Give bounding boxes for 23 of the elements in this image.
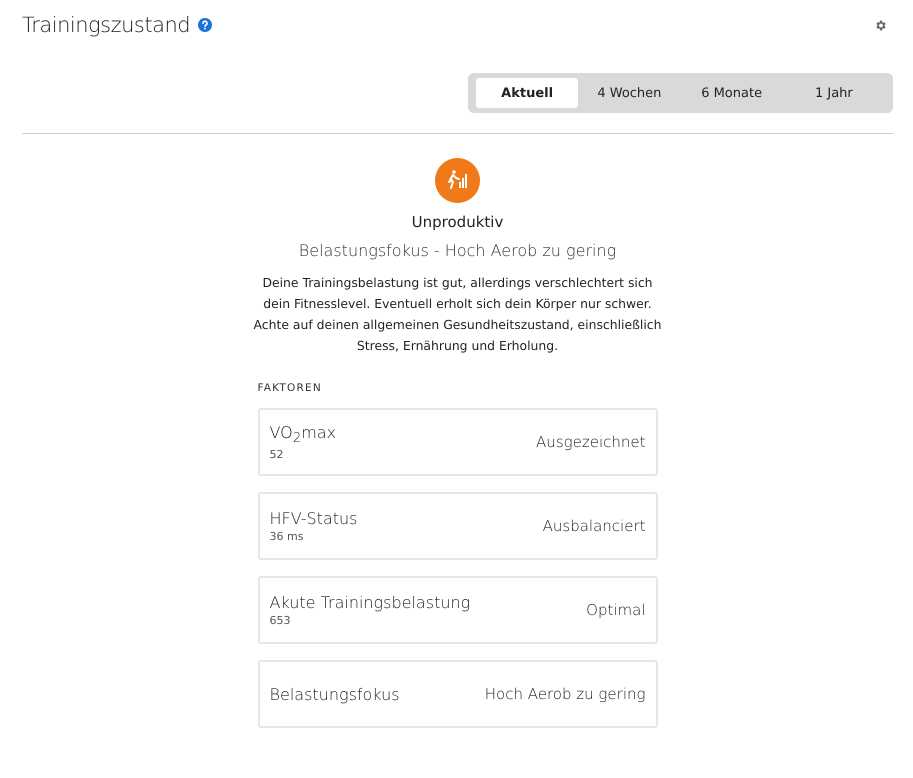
section-heading: FAKTOREN bbox=[258, 382, 323, 394]
status-focus: Belastungsfokus - Hoch Aerob zu gering bbox=[298, 241, 616, 260]
factor-value: 653 bbox=[270, 614, 292, 627]
factor-rating: Hoch Aerob zu gering bbox=[484, 685, 646, 703]
factor-rating: Ausbalanciert bbox=[542, 517, 646, 535]
factor-name: Akute Trainingsbelastung bbox=[270, 593, 470, 612]
period-tab[interactable]: 4 Wochen bbox=[578, 78, 680, 108]
period-tab[interactable]: 1 Jahr bbox=[782, 78, 885, 108]
help-icon[interactable] bbox=[198, 18, 212, 32]
period-tab[interactable]: 6 Monate bbox=[680, 78, 783, 108]
page-title: Trainingszustand bbox=[22, 13, 190, 37]
factor-rating: Optimal bbox=[586, 601, 646, 619]
factor-name: HFV-Status bbox=[270, 509, 358, 528]
status-description: Deine Trainingsbelastung ist gut, allerdings verschlechtert sich dein Fitnesslevel. Eventuell erholt sich dein Körper nur schwer. Achte auf deinen allgemeinen Gesundheitszustand, einschließlich Stress, Ernährung und Erholung. bbox=[252, 274, 662, 355]
factor-value: 52 bbox=[270, 448, 284, 462]
runner-bars-icon bbox=[435, 158, 480, 203]
factor-name: VO$_{2}$max bbox=[270, 422, 336, 446]
factor-value: 36 ms bbox=[270, 530, 304, 543]
status-label: Unproduktiv bbox=[412, 213, 504, 231]
settings-icon[interactable] bbox=[874, 18, 887, 32]
period-tab[interactable]: Aktuell bbox=[476, 78, 578, 108]
factor-rating: Ausgezeichnet bbox=[536, 433, 646, 451]
factor-name: Belastungsfokus bbox=[270, 684, 400, 704]
